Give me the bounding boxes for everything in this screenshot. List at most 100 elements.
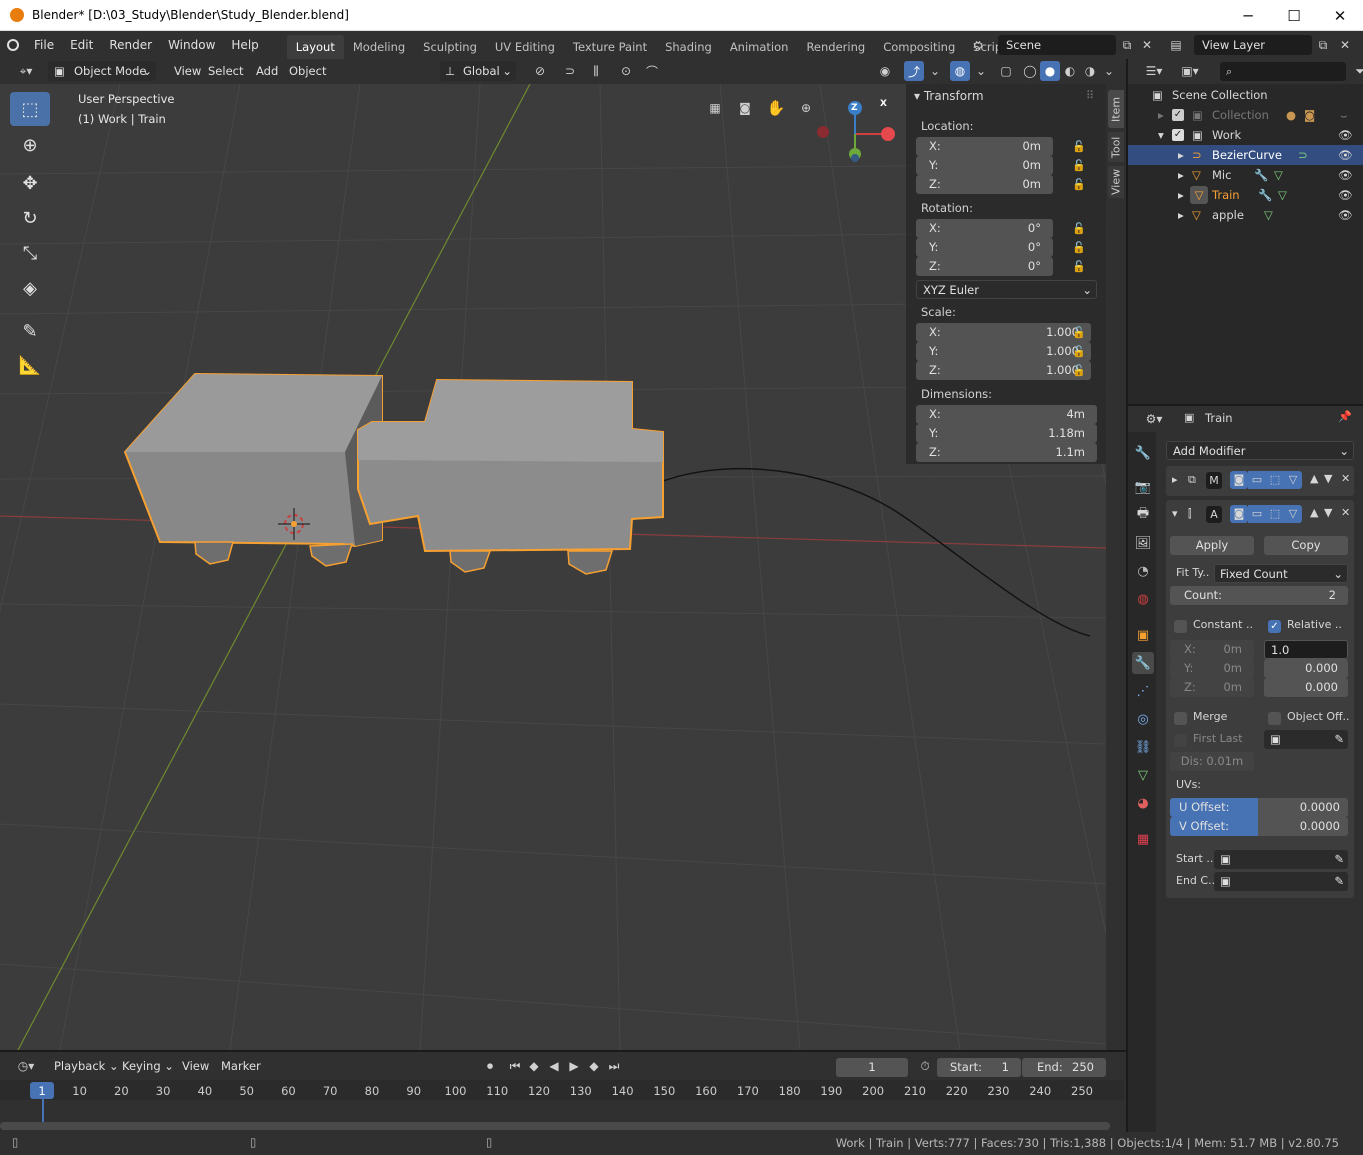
view-layer-field[interactable]: View Layer (1194, 35, 1312, 55)
panel-drag-icon[interactable]: ⠿ (1086, 89, 1094, 102)
scene-properties-icon[interactable]: ◔ (1132, 560, 1154, 582)
tab-layout[interactable]: Layout (286, 35, 344, 59)
on-cage-icon[interactable]: ▽ (1284, 505, 1302, 523)
rotation-z-field[interactable]: Z: 0° (916, 257, 1053, 276)
tab-rendering[interactable]: Rendering (797, 35, 874, 59)
move-down-icon[interactable]: ▼ (1324, 472, 1332, 485)
collapse-arrow-icon[interactable]: ▾ (1172, 507, 1178, 520)
world-properties-icon[interactable]: ◍ (1132, 588, 1154, 610)
tab-uv-editing[interactable]: UV Editing (486, 35, 564, 59)
mesh-data-properties-icon[interactable]: ▽ (1132, 764, 1154, 786)
expand-arrow-icon[interactable]: ▾ (1158, 125, 1164, 145)
particles-properties-icon[interactable]: ⋰ (1132, 680, 1154, 702)
tab-compositing[interactable]: Compositing (874, 35, 964, 59)
tab-texture-paint[interactable]: Texture Paint (564, 35, 656, 59)
constant-y-field[interactable]: Y: 0m (1170, 659, 1254, 678)
rotation-mode-dropdown[interactable]: XYZ Euler ⌄ (916, 280, 1097, 299)
copy-button[interactable]: Copy (1264, 536, 1348, 555)
timeline-menu-playback[interactable]: Playback ⌄ (48, 1056, 125, 1076)
object-mode-dropdown[interactable]: Object Mode ▣ ⌄ (48, 61, 156, 81)
current-frame-field[interactable]: 1 (836, 1058, 908, 1077)
camera-view-icon[interactable]: ◙ (733, 96, 757, 120)
remove-modifier-icon[interactable]: ✕ (1341, 506, 1350, 519)
menu-edit[interactable]: Edit (62, 31, 101, 59)
toggle-view-grid-icon[interactable]: ▦ (703, 96, 727, 120)
play-icon[interactable]: ▶ (564, 1056, 584, 1076)
expand-arrow-icon[interactable]: ▸ (1172, 473, 1178, 486)
material-properties-icon[interactable]: ◕ (1132, 792, 1154, 814)
lock-icon[interactable]: 🔓 (1072, 178, 1086, 191)
menu-render[interactable]: Render (101, 31, 160, 59)
rotation-y-field[interactable]: Y: 0° (916, 238, 1053, 257)
scene-selector-icon[interactable]: ⛭ (968, 35, 988, 55)
expand-arrow-icon[interactable]: ▸ (1178, 205, 1184, 225)
start-frame-field[interactable]: Start: 1 (937, 1058, 1021, 1077)
rendered-shading-icon[interactable]: ◑ (1080, 61, 1100, 81)
outliner-row-collection[interactable]: ▸ ✓ ▣ Collection ● ◙ ⌣ (1128, 105, 1363, 125)
falloff-icon[interactable]: ⌒ (638, 61, 666, 81)
show-viewport-icon[interactable]: ▭ (1248, 505, 1266, 523)
show-viewport-icon[interactable]: ▭ (1248, 471, 1266, 489)
overlay-toggle-icon[interactable]: ◍ (950, 61, 970, 81)
relative-offset-checkbox[interactable]: ✓ (1268, 620, 1281, 633)
modifier-name-field[interactable]: M (1206, 472, 1222, 489)
tab-shading[interactable]: Shading (656, 35, 721, 59)
lock-icon[interactable]: 🔓 (1072, 345, 1086, 358)
measure-tool-icon[interactable]: 📐 (10, 348, 50, 382)
outliner-search-input[interactable]: ⌕ (1220, 62, 1346, 81)
texture-properties-icon[interactable]: ▦ (1132, 828, 1154, 850)
editor-type-icon[interactable]: ☰▾ (1140, 61, 1168, 81)
tab-modeling[interactable]: Modeling (344, 35, 414, 59)
timeline-scrollbar[interactable] (0, 1122, 1110, 1130)
remove-modifier-icon[interactable]: ✕ (1341, 472, 1350, 485)
expand-arrow-icon[interactable]: ▸ (1178, 185, 1184, 205)
eyedropper-icon[interactable]: ✎ (1334, 850, 1344, 869)
annotate-tool-icon[interactable]: ✎ (10, 314, 50, 348)
transform-tool-icon[interactable]: ◈ (10, 271, 50, 305)
eyedropper-icon[interactable]: ✎ (1334, 872, 1344, 891)
pan-hand-icon[interactable]: ✋ (764, 96, 788, 120)
record-icon[interactable]: ⏺ (480, 1056, 500, 1076)
relative-y-field[interactable]: 0.000 (1264, 659, 1348, 678)
tab-tool[interactable]: Tool (1108, 132, 1124, 162)
on-cage-icon[interactable]: ▽ (1284, 471, 1302, 489)
eyedropper-icon[interactable]: ✎ (1334, 730, 1344, 749)
snap-target-icon[interactable]: ⫼ (582, 61, 610, 81)
shading-dropdown-icon[interactable]: ⌄ (1099, 61, 1119, 81)
lock-icon[interactable]: 🔓 (1072, 222, 1086, 235)
outliner-row-scene-collection[interactable]: ▣ Scene Collection (1128, 85, 1363, 105)
constant-offset-checkbox[interactable] (1174, 620, 1187, 633)
menu-window[interactable]: Window (160, 31, 223, 59)
tab-view[interactable]: View (1108, 166, 1124, 198)
minimize-button[interactable]: ─ (1225, 0, 1271, 31)
fit-type-dropdown[interactable]: Fixed Count ⌄ (1214, 564, 1348, 583)
viewport-menu-add[interactable]: Add (250, 61, 284, 81)
solid-shading-icon[interactable]: ● (1040, 61, 1060, 81)
lock-icon[interactable]: 🔓 (1072, 140, 1086, 153)
view-layer-icon[interactable]: ▤ (1166, 35, 1186, 55)
output-properties-icon[interactable]: 🖶 (1132, 504, 1154, 526)
count-field[interactable]: Count: 2 (1170, 586, 1348, 605)
lock-icon[interactable]: 🔓 (1072, 241, 1086, 254)
delete-view-layer-icon[interactable]: ✕ (1335, 35, 1355, 55)
eye-icon[interactable]: 👁 (1338, 185, 1353, 205)
constant-x-field[interactable]: X: 0m (1170, 640, 1254, 659)
blender-menu-icon[interactable] (0, 31, 26, 59)
prev-keyframe-icon[interactable]: ◆ (524, 1056, 544, 1076)
scene-field[interactable]: Scene (998, 35, 1116, 55)
move-up-icon[interactable]: ▲ (1310, 472, 1318, 485)
merge-distance-field[interactable]: Dis: 0.01m (1170, 752, 1254, 771)
scale-z-field[interactable]: Z: 1.000 (916, 361, 1091, 380)
tab-animation[interactable]: Animation (721, 35, 798, 59)
next-keyframe-icon[interactable]: ◆ (584, 1056, 604, 1076)
material-shading-icon[interactable]: ◐ (1060, 61, 1080, 81)
dimensions-x-field[interactable]: X: 4m (916, 405, 1097, 424)
delete-scene-icon[interactable]: ✕ (1137, 35, 1157, 55)
relative-z-field[interactable]: 0.000 (1264, 678, 1348, 697)
scale-y-field[interactable]: Y: 1.000 (916, 342, 1091, 361)
rotation-x-field[interactable]: X: 0° (916, 219, 1053, 238)
play-reverse-icon[interactable]: ◀ (544, 1056, 564, 1076)
overlay-dropdown-icon[interactable]: ⌄ (971, 61, 991, 81)
checkbox-icon[interactable]: ✓ (1172, 109, 1184, 121)
expand-arrow-icon[interactable]: ▸ (1158, 105, 1164, 125)
